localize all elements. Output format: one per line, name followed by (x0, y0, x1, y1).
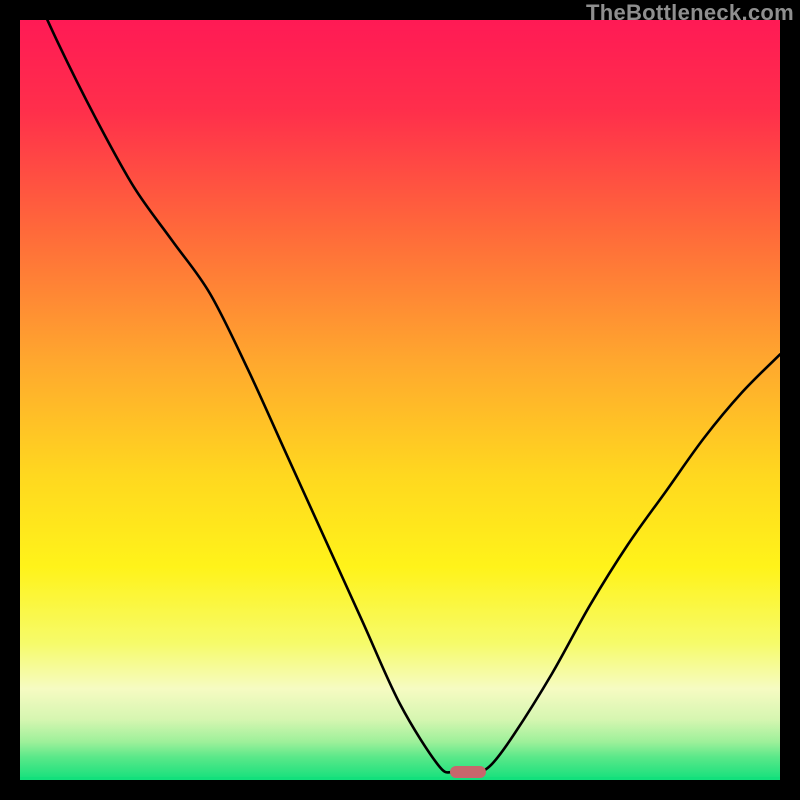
watermark: TheBottleneck.com (586, 0, 794, 26)
chart-stage: TheBottleneck.com (0, 0, 800, 800)
baseline (20, 777, 780, 780)
bottleneck-curve (20, 20, 780, 780)
optimal-marker (450, 766, 486, 778)
plot-area (20, 20, 780, 780)
